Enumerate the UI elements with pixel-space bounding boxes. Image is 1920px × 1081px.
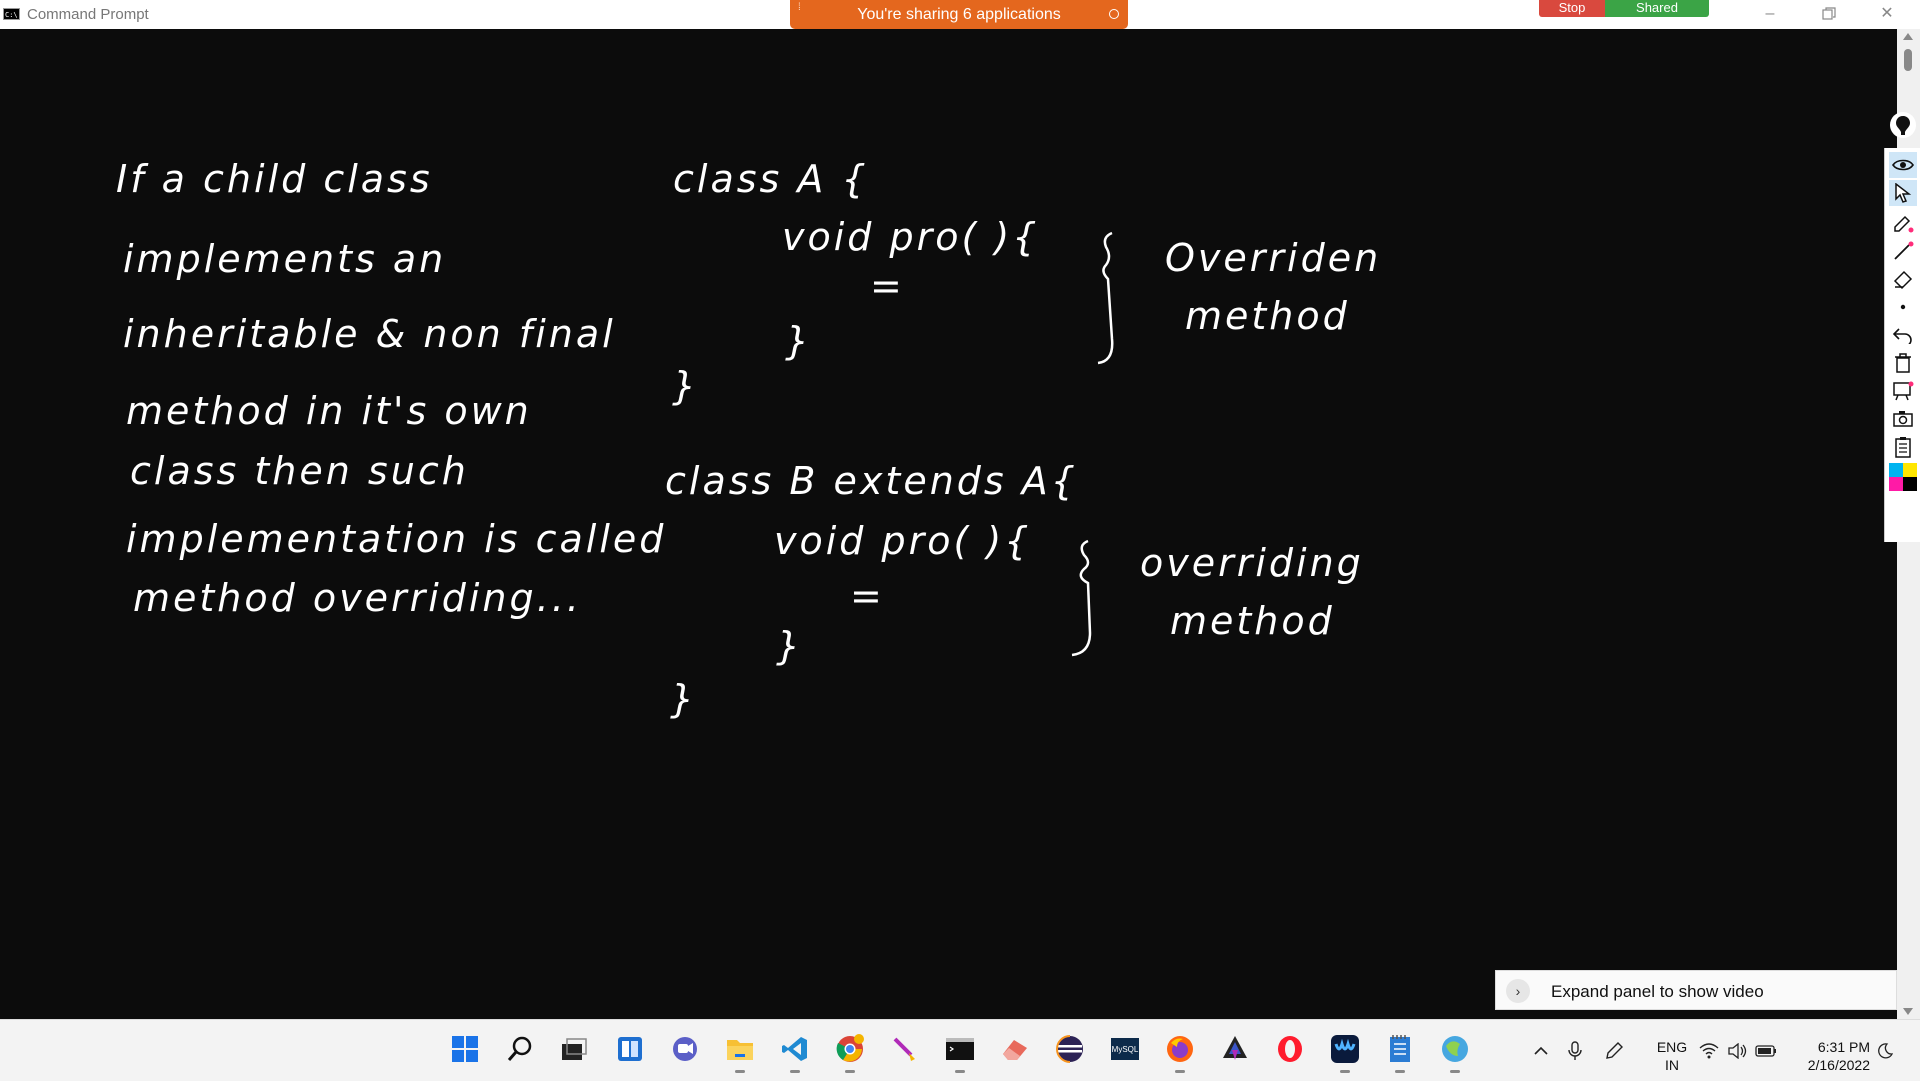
title-bar: C:\ Command Prompt ⁞ You're sharing 6 ap… [0,0,1920,29]
task-view-icon[interactable] [557,1032,591,1066]
sharing-banner[interactable]: ⁞ You're sharing 6 applications [790,0,1128,29]
pen-menu-icon[interactable] [1600,1020,1628,1081]
code-a-annotation-1: Overriden [1165,236,1381,280]
code-a-method-close: } [785,319,812,363]
terminal-icon[interactable] [943,1032,977,1073]
wifi-icon[interactable] [1696,1020,1722,1081]
microphone-icon[interactable] [1562,1020,1588,1081]
stop-sharing-button[interactable]: Stop [1539,0,1605,17]
file-explorer-icon[interactable] [723,1032,757,1073]
language-code: ENG [1656,1039,1688,1055]
inkscape-icon[interactable] [1218,1032,1252,1066]
running-indicator [955,1070,965,1073]
drawing-canvas[interactable]: If a child class implements an inheritab… [0,29,1897,1019]
cmd-app-icon: C:\ [3,8,20,20]
expand-panel-label: Expand panel to show video [1551,982,1764,1001]
taskbar: MySQL ENG IN 6:31 PM 2/16/2022 [0,1019,1920,1081]
minimize-icon[interactable]: – [1747,3,1793,25]
firefox-icon[interactable] [1163,1032,1197,1073]
opera-icon[interactable] [1273,1032,1307,1066]
code-a-annotation-2: method [1185,294,1350,338]
window-title: Command Prompt [27,6,149,23]
code-b-body-mark: = [850,574,885,618]
pen-tool-panel [1884,148,1920,542]
board-icon[interactable] [1889,378,1917,404]
code-b-class-line: class B extends A{ [665,459,1078,503]
brace-a [1097,231,1114,365]
shared-status-button[interactable]: Shared [1605,0,1709,17]
webex-icon[interactable] [1328,1032,1362,1073]
color-palette-icon[interactable] [1889,463,1917,491]
running-indicator [1340,1070,1350,1073]
running-indicator [1450,1070,1460,1073]
code-b-method-close: } [776,624,803,668]
clock-date: 2/16/2022 [1807,1057,1870,1073]
vscode-icon[interactable] [778,1032,812,1073]
sharing-indicator-icon [1109,9,1119,19]
scroll-up-icon[interactable] [1903,33,1913,40]
eye-icon[interactable] [1889,152,1917,178]
trash-icon[interactable] [1889,350,1917,376]
focus-assist-icon[interactable] [1872,1020,1898,1081]
line-icon[interactable] [1889,238,1917,264]
windows-start-icon[interactable] [448,1032,482,1066]
restore-icon[interactable] [1806,3,1852,25]
camera-icon[interactable] [1889,406,1917,432]
battery-icon[interactable] [1752,1020,1780,1081]
running-indicator [845,1070,855,1073]
teams-chat-icon[interactable] [668,1032,702,1066]
expand-video-panel[interactable]: › Expand panel to show video [1495,970,1897,1010]
scroll-thumb[interactable] [1904,49,1912,71]
pen-tool-logo-icon[interactable] [1890,112,1916,138]
pen-icon[interactable] [1889,210,1917,236]
widgets-icon[interactable] [613,1032,647,1066]
code-a-body-mark: = [870,264,905,308]
pen-toolbar [1884,112,1920,542]
note-line: method overriding... [133,576,582,620]
code-b-annotation-2: method [1170,599,1335,643]
highlighter-icon[interactable] [1889,266,1917,292]
handwritten-notes: If a child class implements an inheritab… [116,157,1381,721]
running-indicator [1175,1070,1185,1073]
undo-icon[interactable] [1889,322,1917,348]
browser-icon[interactable] [1438,1032,1472,1073]
language-region: IN [1665,1057,1679,1073]
clock-time: 6:31 PM [1817,1039,1870,1055]
note-line: inheritable & non final [123,312,616,356]
code-a-class-close: } [672,364,699,408]
svg-text:MySQL: MySQL [1112,1045,1139,1054]
mysql-icon[interactable]: MySQL [1108,1032,1142,1066]
running-indicator [735,1070,745,1073]
code-b-annotation-1: overriding [1140,541,1364,585]
brace-b [1071,539,1092,657]
paint-brush-icon[interactable] [888,1032,922,1066]
code-a-method-line: void pro( ){ [782,215,1039,259]
scroll-down-icon[interactable] [1903,1008,1913,1015]
note-line: If a child class [116,157,433,201]
running-indicator [790,1070,800,1073]
search-icon[interactable] [503,1032,537,1066]
code-b-method-line: void pro( ){ [774,519,1031,563]
chevron-right-icon[interactable]: › [1506,979,1530,1003]
close-icon[interactable]: ✕ [1864,3,1910,25]
language-indicator[interactable]: ENG IN [1650,1038,1694,1074]
code-a-class-line: class A { [673,157,869,201]
eclipse-icon[interactable] [1053,1032,1087,1066]
running-indicator [1395,1070,1405,1073]
sharing-banner-text: You're sharing 6 applications [857,6,1061,23]
note-line: method in it's own [126,389,532,433]
code-b-class-close: } [670,677,697,721]
chrome-icon[interactable] [833,1032,867,1073]
pointer-icon[interactable] [1889,180,1917,206]
notepad-icon[interactable] [1383,1032,1417,1073]
dot-icon[interactable] [1889,294,1917,320]
note-line: implements an [123,237,446,281]
eraser-app-icon[interactable] [998,1032,1032,1066]
clipboard-icon[interactable] [1889,434,1917,460]
clock[interactable]: 6:31 PM 2/16/2022 [1790,1038,1870,1074]
show-hidden-icons[interactable] [1528,1020,1554,1081]
volume-icon[interactable] [1724,1020,1750,1081]
note-line: class then such [130,449,469,493]
note-line: implementation is called [126,517,666,561]
